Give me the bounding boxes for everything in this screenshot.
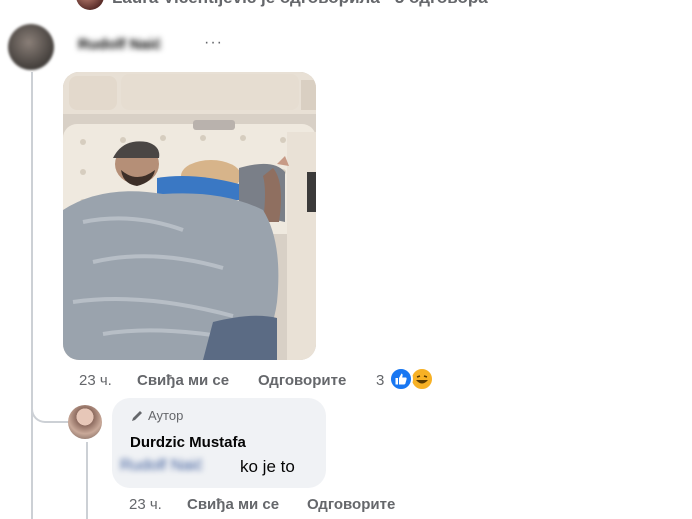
pencil-icon bbox=[132, 410, 142, 421]
comment-reply-button[interactable]: Одговорите bbox=[258, 372, 346, 389]
reply-mention[interactable]: Rudolf Naić bbox=[120, 457, 203, 475]
thread-line bbox=[31, 72, 33, 519]
reply-reply-button[interactable]: Одговорите bbox=[307, 496, 395, 513]
reply-author-avatar[interactable] bbox=[68, 405, 102, 439]
comment-like-button[interactable]: Свиђа ми се bbox=[137, 372, 229, 389]
reply-thread-line bbox=[86, 442, 88, 519]
photo-image bbox=[63, 72, 316, 360]
reply-connector bbox=[31, 395, 69, 423]
haha-icon[interactable] bbox=[410, 367, 434, 391]
commenter-avatar[interactable] bbox=[8, 24, 54, 70]
more-options-icon[interactable]: ··· bbox=[204, 34, 223, 52]
author-badge: Аутор bbox=[130, 408, 183, 423]
reply-like-button[interactable]: Свиђа ми се bbox=[187, 496, 279, 513]
reaction-count[interactable]: 3 bbox=[376, 372, 384, 389]
top-reply-avatar[interactable] bbox=[76, 0, 104, 10]
reply-text: ko je to bbox=[240, 457, 295, 476]
author-badge-label: Аутор bbox=[148, 408, 184, 423]
reply-timestamp[interactable]: 23 ч. bbox=[129, 496, 162, 513]
commenter-name[interactable]: Rudolf Naić bbox=[78, 36, 161, 53]
reply-author-name[interactable]: Durdzic Mustafa bbox=[130, 434, 246, 451]
comment-photo[interactable] bbox=[63, 72, 316, 360]
like-icon[interactable] bbox=[389, 367, 413, 391]
replies-summary-link[interactable]: Laura Vićentijević је одговорила · 5 одг… bbox=[112, 0, 488, 8]
comment-timestamp[interactable]: 23 ч. bbox=[79, 372, 112, 389]
